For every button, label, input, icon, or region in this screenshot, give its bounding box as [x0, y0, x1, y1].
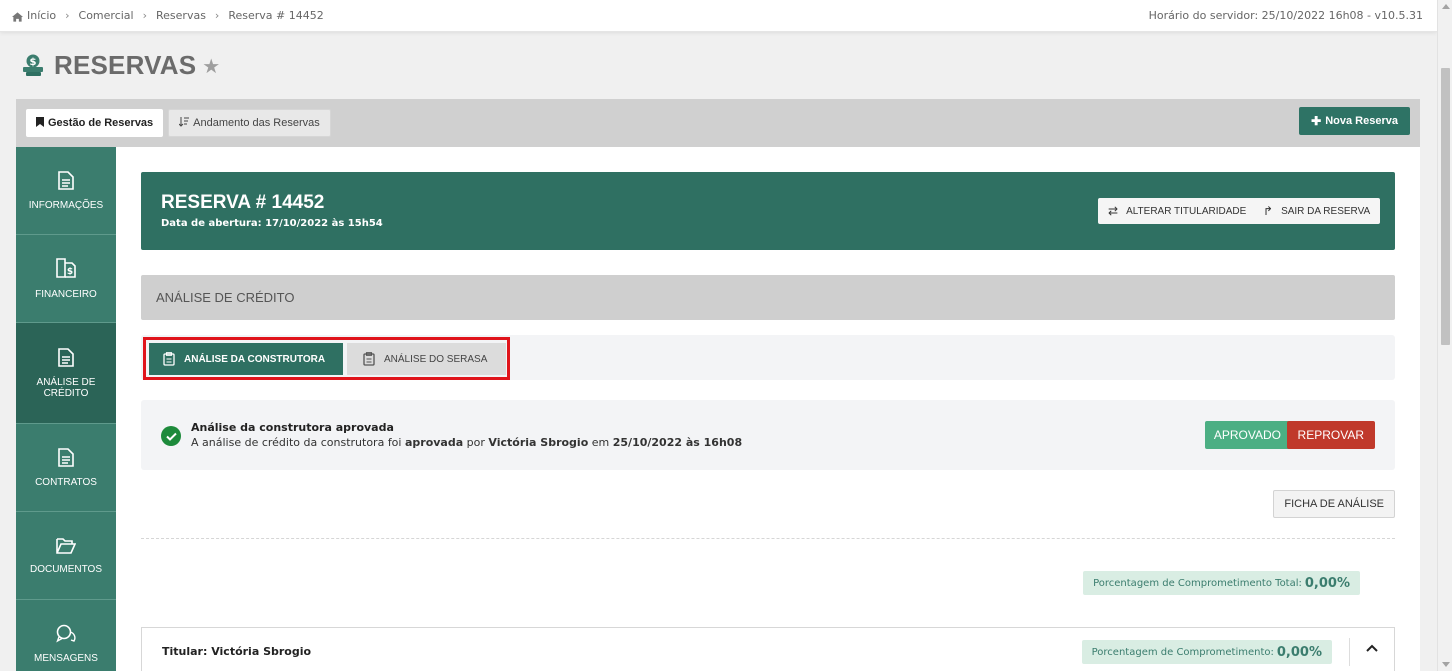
- aprovado-button[interactable]: APROVADO: [1204, 421, 1290, 449]
- document-icon: [58, 170, 74, 190]
- reserva-open-date: Data de abertura: 17/10/2022 às 15h54: [161, 218, 383, 229]
- section-title-bar: ANÁLISE DE CRÉDITO: [141, 275, 1395, 320]
- breadcrumb-comercial[interactable]: Comercial: [79, 9, 134, 22]
- nav-label-mensagens: MENSAGENS: [34, 652, 98, 664]
- titular-card: Titular: Victória Sbrogio Porcentagem de…: [141, 627, 1395, 671]
- titular-pct-label: Porcentagem de Comprometimento:: [1091, 646, 1274, 658]
- swap-icon: ⇄: [1108, 204, 1119, 218]
- status-title: Análise da construtora aprovada: [191, 421, 394, 434]
- chevron-right-icon: ›: [214, 9, 220, 22]
- breadcrumb-reservas[interactable]: Reservas: [156, 9, 206, 22]
- reserva-header: RESERVA # 14452 Data de abertura: 17/10/…: [141, 172, 1395, 250]
- alterar-titularidade-button[interactable]: ⇄ ALTERAR TITULARIDADE: [1098, 198, 1257, 224]
- titular-name: Titular: Victória Sbrogio: [162, 645, 312, 658]
- chevron-up-icon[interactable]: [1366, 644, 1378, 652]
- nav-label-documentos: DOCUMENTOS: [29, 563, 103, 575]
- nav-label-financeiro: FINANCEIRO: [35, 289, 97, 300]
- nav-label-contratos: CONTRATOS: [35, 476, 97, 488]
- section-title: ANÁLISE DE CRÉDITO: [156, 290, 295, 305]
- server-time: Horário do servidor: 25/10/2022 16h08 - …: [1148, 9, 1423, 22]
- nav-item-contratos[interactable]: CONTRATOS: [16, 424, 116, 512]
- folder-open-icon: [56, 537, 76, 554]
- titular-pct-badge: Porcentagem de Comprometimento: 0,00%: [1081, 640, 1332, 664]
- nav-item-documentos[interactable]: DOCUMENTOS: [16, 512, 116, 600]
- reprovar-button[interactable]: REPROVAR: [1286, 421, 1375, 449]
- tab-gestao-label: Gestão de Reservas: [48, 117, 154, 129]
- scroll-up-icon[interactable]: [1442, 4, 1450, 9]
- share-arrow-icon: ↱: [1263, 204, 1274, 218]
- status-user: Victória Sbrogio: [488, 436, 589, 449]
- nav-item-analise-credito[interactable]: ANÁLISE DE CRÉDITO: [16, 323, 116, 424]
- money-hand-icon: $: [23, 54, 43, 76]
- breadcrumb-home[interactable]: Início: [27, 9, 56, 22]
- breadcrumb-current: Reserva # 14452: [228, 9, 324, 22]
- plus-icon: ✚: [1311, 114, 1322, 128]
- titular-pct-value: 0,00%: [1276, 644, 1322, 660]
- nav-item-financeiro[interactable]: $ FINANCEIRO: [16, 235, 116, 323]
- sort-icon: [178, 116, 190, 130]
- chat-icon: [56, 624, 76, 643]
- document-icon: [58, 347, 74, 367]
- breadcrumb: Início › Comercial › Reservas › Reserva …: [12, 9, 324, 22]
- status-desc-by: por: [466, 436, 485, 449]
- new-reserva-button[interactable]: ✚ Nova Reserva: [1299, 107, 1410, 135]
- chevron-right-icon: ›: [65, 9, 70, 22]
- analysis-status: Análise da construtora aprovada A anális…: [141, 400, 1395, 470]
- reserva-title: RESERVA # 14452: [161, 192, 325, 213]
- status-description: A análise de crédito da construtora foi …: [191, 436, 742, 449]
- home-icon: [12, 11, 23, 22]
- tab-bar: Gestão de Reservas Andamento das Reserva…: [16, 99, 1420, 147]
- scroll-down-icon[interactable]: [1442, 662, 1450, 667]
- nav-item-informacoes[interactable]: INFORMAÇÕES: [16, 147, 116, 235]
- page-title: RESERVAS: [54, 50, 197, 80]
- divider: [1349, 638, 1350, 666]
- pct-total-value: 0,00%: [1304, 575, 1350, 591]
- alterar-titularidade-label: ALTERAR TITULARIDADE: [1126, 205, 1247, 217]
- status-desc-em: em: [591, 436, 610, 449]
- tab-andamento-label: Andamento das Reservas: [193, 117, 320, 129]
- top-bar: Início › Comercial › Reservas › Reserva …: [0, 0, 1437, 32]
- side-nav: INFORMAÇÕES $ FINANCEIRO ANÁLISE DE CRÉD…: [16, 147, 116, 671]
- invoice-dollar-icon: $: [56, 258, 76, 278]
- star-icon[interactable]: ★: [202, 54, 220, 78]
- page-header: $ RESERVAS ★: [20, 50, 220, 81]
- document-icon: [58, 447, 74, 467]
- nav-label-analise: ANÁLISE DE CRÉDITO: [36, 376, 96, 399]
- sair-reserva-button[interactable]: ↱ SAIR DA RESERVA: [1253, 198, 1381, 224]
- nav-label-informacoes: INFORMAÇÕES: [28, 199, 104, 211]
- chevron-right-icon: ›: [142, 9, 147, 22]
- bookmark-icon: [36, 116, 44, 130]
- tab-gestao-reservas[interactable]: Gestão de Reservas: [26, 109, 164, 137]
- tab-andamento-reservas[interactable]: Andamento das Reservas: [168, 109, 331, 137]
- divider: [141, 538, 1395, 539]
- status-desc-prefix: A análise de crédito da construtora foi: [191, 436, 402, 449]
- main-container: Gestão de Reservas Andamento das Reserva…: [16, 99, 1420, 671]
- ficha-analise-button[interactable]: FICHA DE ANÁLISE: [1273, 490, 1395, 518]
- credit-subtabs: ANÁLISE DA CONSTRUTORA ANÁLISE DO SERASA: [141, 335, 1395, 380]
- nav-item-mensagens[interactable]: MENSAGENS: [16, 600, 116, 671]
- svg-text:$: $: [30, 57, 37, 68]
- content-area: RESERVA # 14452 Data de abertura: 17/10/…: [141, 172, 1395, 671]
- vertical-scrollbar[interactable]: [1437, 0, 1452, 671]
- check-circle-icon: [161, 426, 181, 446]
- highlight-outline: [143, 337, 510, 380]
- sair-reserva-label: SAIR DA RESERVA: [1281, 205, 1371, 217]
- svg-text:$: $: [67, 267, 73, 277]
- status-desc-word: aprovada: [404, 436, 464, 449]
- status-datetime: 25/10/2022 às 16h08: [612, 436, 743, 449]
- pct-total-label: Porcentagem de Comprometimento Total:: [1093, 577, 1302, 589]
- scroll-thumb[interactable]: [1441, 68, 1450, 345]
- pct-total-badge: Porcentagem de Comprometimento Total: 0,…: [1083, 571, 1360, 595]
- new-reserva-label: Nova Reserva: [1325, 115, 1398, 127]
